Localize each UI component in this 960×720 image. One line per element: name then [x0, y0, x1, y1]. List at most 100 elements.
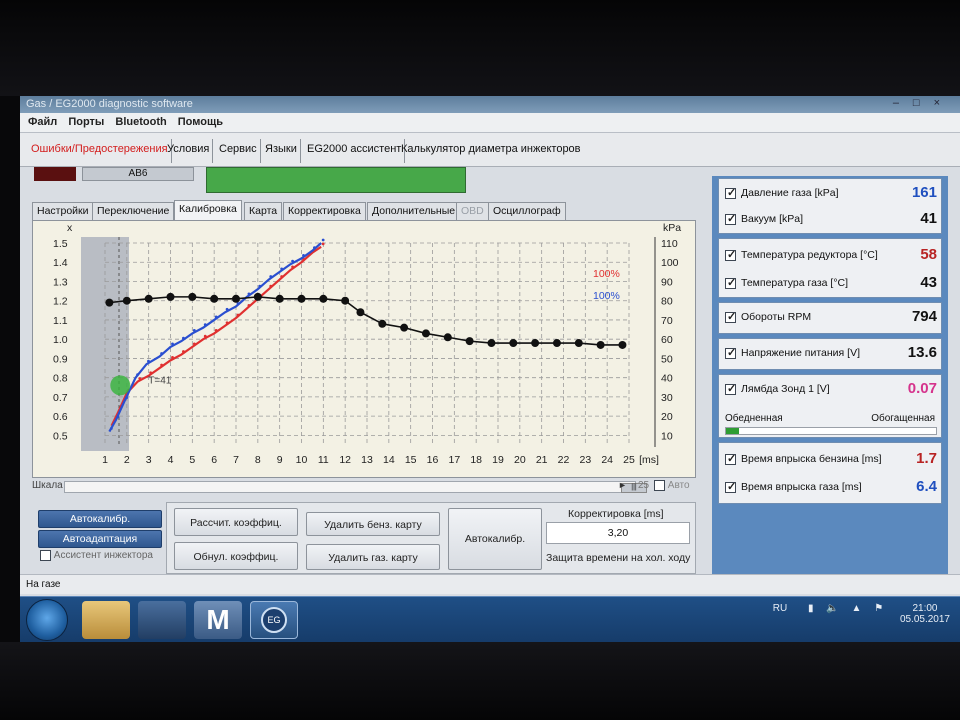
current-point-marker — [110, 375, 131, 396]
clock[interactable]: 21:00 05.05.2017 — [900, 603, 950, 625]
reading-gas-pressure-checkbox[interactable] — [725, 186, 736, 199]
menu-bluetooth[interactable]: Bluetooth — [115, 116, 166, 128]
auto-checkbox[interactable]: Авто — [654, 480, 690, 491]
calibration-chart[interactable]: 1 2 3 4 5 6 7 8 9 10 11 12 13 14 15 16 17 18 19 20 21 22 23 24 2… — [32, 220, 696, 478]
right-axis-label: kPa — [663, 222, 681, 234]
network-icon[interactable]: ▲ — [852, 603, 862, 614]
clock-date: 05.05.2017 — [899, 614, 950, 625]
title-bar: Gas / EG2000 diagnostic software –□× — [20, 96, 960, 113]
reading-gas-temp-checkbox[interactable] — [725, 276, 736, 289]
series-point-0 — [160, 363, 163, 367]
right-tick-label: 70 — [661, 315, 673, 327]
tab-oscilloscope[interactable]: Осциллограф — [488, 202, 566, 220]
auto-label: Авто — [667, 480, 690, 492]
flag-icon[interactable]: ⚑ — [874, 603, 883, 614]
right-tick-label: 30 — [661, 392, 673, 404]
series-point-0 — [291, 265, 294, 269]
abs-button[interactable]: АВ6 — [82, 167, 194, 181]
x-tick-label: 4 — [168, 454, 174, 466]
left-axis-label: x — [67, 222, 73, 234]
right-tick-label: 110 — [661, 238, 678, 250]
reading-reducer-temp-checkbox[interactable] — [725, 248, 736, 261]
eg-logo-icon: EG — [261, 607, 287, 633]
monitor-bezel-left — [0, 96, 20, 642]
reading-reducer-temp: Температура редуктора [°C] 58 — [725, 245, 937, 267]
tab-settings[interactable]: Настройки — [32, 202, 94, 220]
battery-icon[interactable]: ▮ — [808, 603, 814, 614]
x-tick-label: 16 — [427, 454, 439, 466]
series-point-0 — [247, 304, 251, 307]
tab-correction[interactable]: Корректировка — [283, 202, 366, 220]
tab-calibration[interactable]: Калибровка — [174, 200, 242, 220]
series-point-2 — [443, 333, 452, 342]
correction-label: Корректировка [ms] — [568, 508, 664, 520]
menu-help[interactable]: Помощь — [178, 116, 223, 128]
status-text: На газе — [26, 579, 61, 590]
series-point-0 — [192, 342, 196, 346]
reading-lambda-checkbox[interactable] — [725, 382, 736, 395]
window-controls[interactable]: –□× — [893, 97, 954, 109]
menu-ports[interactable]: Порты — [68, 116, 104, 128]
eg-app-icon[interactable]: EG — [250, 601, 298, 639]
x-tick-label: 20 — [514, 454, 526, 466]
reading-reducer-temp-label: Температура редуктора [°C] — [741, 249, 878, 261]
series-point-0 — [214, 329, 218, 332]
series-point-2 — [596, 340, 605, 349]
right-tick-label: 40 — [661, 373, 673, 385]
scale-arrow-right-icon[interactable]: ► — [618, 480, 627, 490]
m-app-icon[interactable]: M — [194, 601, 242, 639]
toolbar-languages[interactable]: Языки — [262, 139, 301, 163]
series-point-2 — [487, 339, 496, 348]
correction-input[interactable]: 3,20 — [546, 522, 690, 544]
toolbar-eg2000-assistant[interactable]: EG2000 ассистент — [304, 139, 406, 163]
toolbar-injector-calculator[interactable]: Калькулятор диаметра инжекторов — [398, 139, 584, 163]
left-tick-label: 1.5 — [53, 238, 68, 250]
toolbar-conditions[interactable]: Условия — [164, 139, 214, 163]
scale-scrollbar: Шкала ||| ► 25 Авто — [32, 480, 696, 494]
autoadapt-button[interactable]: Автоадаптация — [38, 530, 162, 548]
reading-gas-injection-checkbox[interactable] — [725, 480, 736, 493]
series-point-1 — [214, 315, 218, 319]
legend-entry-1: 100% — [593, 290, 620, 302]
delete-petrol-map-button[interactable]: Удалить бенз. карту — [306, 512, 440, 536]
left-tick-label: 0.5 — [53, 430, 68, 442]
save-disk-icon[interactable] — [138, 601, 186, 639]
reading-rpm-checkbox[interactable] — [725, 310, 736, 323]
volume-icon[interactable]: 🔈 — [826, 603, 838, 614]
calc-coef-button[interactable]: Рассчит. коэффиц. — [174, 508, 298, 536]
system-tray: RU ▮ 🔈 ▲ ⚑ 21:00 05.05.2017 — [773, 603, 950, 625]
auto-checkbox-box[interactable] — [654, 480, 665, 491]
left-tick-label: 1.2 — [53, 296, 68, 308]
tab-switching[interactable]: Переключение — [92, 202, 175, 220]
x-tick-label: 8 — [255, 454, 261, 466]
series-point-0 — [182, 350, 185, 353]
injector-assist-option[interactable]: Ассистент инжектора — [40, 550, 153, 561]
reading-voltage-checkbox[interactable] — [725, 346, 736, 359]
reading-petrol-injection-checkbox[interactable] — [725, 452, 736, 465]
tab-additional[interactable]: Дополнительные — [367, 202, 461, 220]
series-point-2 — [232, 294, 240, 303]
series-point-2 — [509, 339, 518, 348]
start-button[interactable] — [26, 599, 68, 641]
reading-group-temperature: Температура редуктора [°C] 58 Температур… — [718, 238, 942, 298]
explorer-icon[interactable] — [82, 601, 130, 639]
toolbar-errors[interactable]: Ошибки/Предостережения — [28, 139, 172, 163]
reading-group-voltage: Напряжение питания [V] 13.6 — [718, 338, 942, 370]
scale-track[interactable]: ||| — [64, 481, 647, 493]
x-tick-label: 21 — [536, 454, 548, 466]
series-point-2 — [319, 294, 328, 303]
reading-gas-pressure-value: 161 — [911, 184, 937, 201]
reset-coef-button[interactable]: Обнул. коэффиц. — [174, 542, 298, 570]
tab-map[interactable]: Карта — [244, 202, 283, 220]
series-point-2 — [297, 294, 306, 303]
menu-file[interactable]: Файл — [28, 116, 57, 128]
injector-assist-checkbox[interactable] — [40, 550, 51, 561]
monitor-bezel-top — [0, 0, 960, 96]
language-indicator[interactable]: RU — [773, 603, 787, 614]
autocalib-button[interactable]: Автокалибр. — [38, 510, 162, 528]
autocalib-big-button[interactable]: Автокалибр. — [448, 508, 542, 570]
tab-obd: OBD — [456, 202, 489, 220]
reading-vacuum-checkbox[interactable] — [725, 212, 736, 225]
delete-gas-map-button[interactable]: Удалить газ. карту — [306, 544, 440, 570]
toolbar-service[interactable]: Сервис — [216, 139, 261, 163]
